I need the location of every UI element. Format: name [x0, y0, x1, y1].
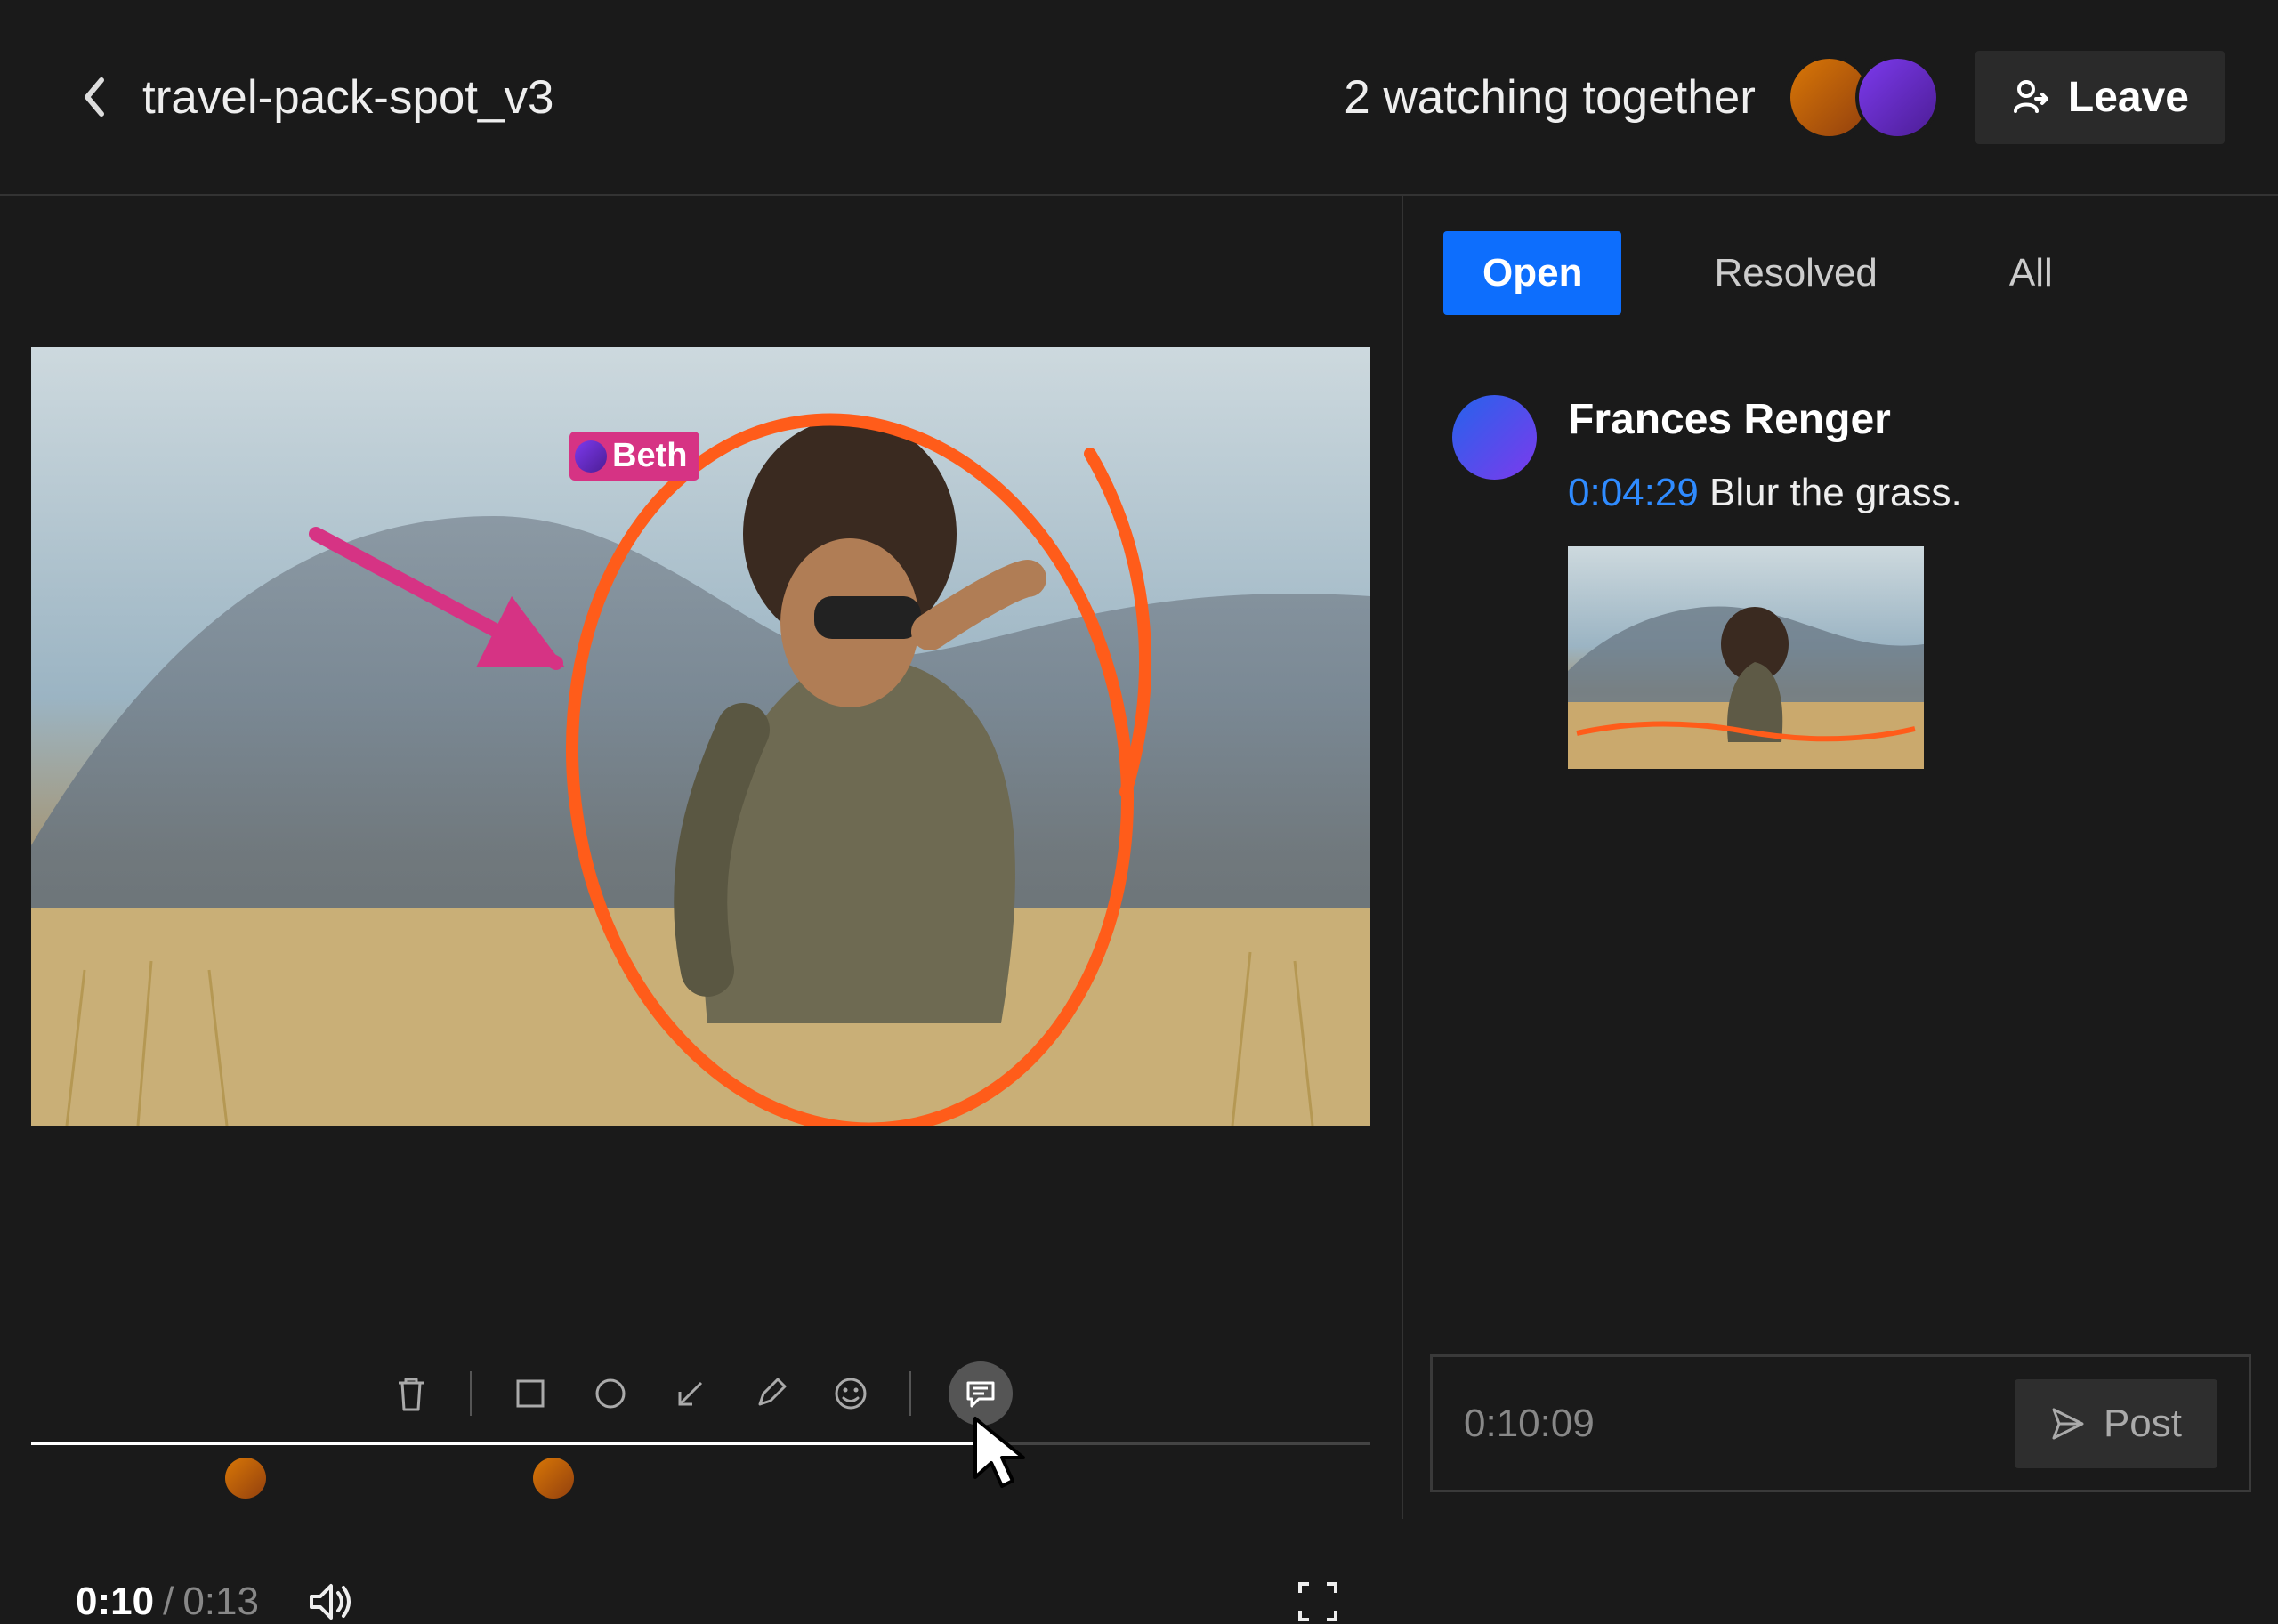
comment-message: Blur the grass. — [1709, 471, 1962, 514]
avatar — [1452, 395, 1537, 480]
volume-button[interactable] — [308, 1580, 354, 1623]
avatar[interactable] — [1855, 55, 1940, 140]
comment-thumbnail[interactable] — [1568, 546, 1924, 769]
scrubber[interactable] — [31, 1442, 1370, 1445]
tab-all[interactable]: All — [1970, 231, 2092, 315]
toolbar-divider — [470, 1371, 472, 1416]
watching-label: 2 watching together — [1344, 70, 1756, 125]
comment-marker[interactable] — [225, 1458, 266, 1499]
comments-list: Frances Renger 0:04:29 Blur the grass. — [1403, 333, 2278, 1354]
trash-button[interactable] — [390, 1372, 432, 1415]
comment-tabs: Open Resolved All — [1403, 196, 2278, 333]
scrubber-fill — [31, 1442, 982, 1445]
video-scene-illustration — [31, 347, 1370, 1126]
comment-author: Frances Renger — [1568, 395, 2229, 444]
time-total: 0:13 — [182, 1580, 259, 1624]
comment-timestamp-link[interactable]: 0:04:29 — [1568, 471, 1699, 514]
scrubber-handle[interactable] — [973, 1434, 991, 1452]
title-group: travel-pack-spot_v3 — [80, 70, 553, 125]
pencil-icon — [753, 1376, 788, 1411]
emoji-tool-button[interactable] — [829, 1372, 872, 1415]
live-cursor-tag: Beth — [570, 432, 699, 481]
back-button[interactable] — [80, 75, 107, 119]
app-root: travel-pack-spot_v3 2 watching together … — [0, 0, 2278, 1519]
comments-panel: Open Resolved All Frances Renger 0:04:29… — [1402, 196, 2278, 1519]
viewer-avatars — [1787, 55, 1940, 140]
time-current: 0:10 — [76, 1580, 154, 1624]
composer-timestamp: 0:10:09 — [1464, 1402, 2015, 1446]
rectangle-icon — [513, 1376, 548, 1411]
circle-tool-button[interactable] — [589, 1372, 632, 1415]
tab-open[interactable]: Open — [1443, 231, 1621, 315]
live-cursor-name: Beth — [612, 437, 687, 475]
pencil-tool-button[interactable] — [749, 1372, 792, 1415]
playback-controls: 0:10 / 0:13 — [76, 1580, 1339, 1624]
volume-icon — [308, 1580, 354, 1623]
trash-icon — [393, 1374, 429, 1413]
leave-icon — [2011, 77, 2050, 117]
toolbar-divider — [909, 1371, 911, 1416]
video-panel: Beth — [0, 196, 1402, 1519]
comment-marker[interactable] — [533, 1458, 574, 1499]
video-frame[interactable]: Beth — [31, 347, 1370, 1126]
comment-icon — [963, 1376, 998, 1411]
scrubber-track — [31, 1442, 1370, 1445]
header-bar: travel-pack-spot_v3 2 watching together … — [0, 0, 2278, 196]
leave-button[interactable]: Leave — [1975, 51, 2225, 144]
leave-label: Leave — [2068, 73, 2189, 122]
comment-item[interactable]: Frances Renger 0:04:29 Blur the grass. — [1452, 395, 2229, 769]
scrubber-markers — [31, 1458, 1370, 1511]
fullscreen-icon — [1297, 1580, 1339, 1623]
annotation-toolbar — [377, 1361, 1025, 1426]
comment-body: Frances Renger 0:04:29 Blur the grass. — [1568, 395, 2229, 769]
arrow-icon — [673, 1376, 708, 1411]
comment-tool-button[interactable] — [949, 1361, 1013, 1426]
comment-text: 0:04:29 Blur the grass. — [1568, 471, 2229, 515]
file-title: travel-pack-spot_v3 — [142, 70, 553, 125]
send-icon — [2050, 1406, 2086, 1442]
thumbnail-illustration — [1568, 546, 1924, 769]
post-button[interactable]: Post — [2015, 1379, 2217, 1468]
main-area: Beth — [0, 196, 2278, 1519]
chevron-left-icon — [80, 75, 107, 119]
rectangle-tool-button[interactable] — [509, 1372, 552, 1415]
circle-icon — [593, 1376, 628, 1411]
post-label: Post — [2104, 1402, 2182, 1446]
arrow-tool-button[interactable] — [669, 1372, 712, 1415]
avatar — [575, 440, 607, 473]
tab-resolved[interactable]: Resolved — [1675, 231, 1916, 315]
emoji-icon — [833, 1376, 868, 1411]
time-separator: / — [163, 1580, 174, 1624]
fullscreen-button[interactable] — [1297, 1580, 1339, 1623]
comment-composer[interactable]: 0:10:09 Post — [1430, 1354, 2251, 1492]
